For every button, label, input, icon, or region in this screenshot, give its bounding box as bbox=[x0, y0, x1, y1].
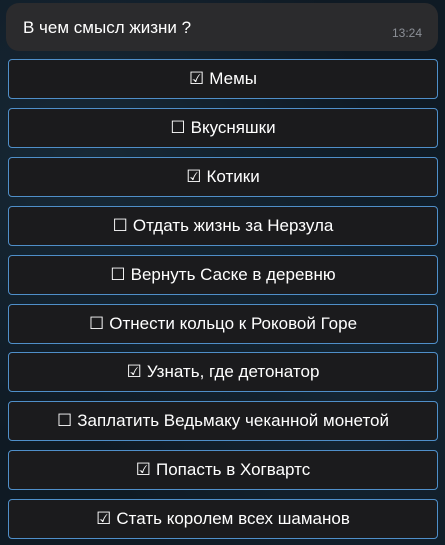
option-button-4[interactable]: ☐ Отдать жизнь за Нерзула bbox=[8, 206, 438, 246]
checkbox-icon: ☐ bbox=[88, 314, 105, 333]
poll-message-bubble: В чем смысл жизни ? 13:24 bbox=[6, 3, 438, 51]
option-label: Отдать жизнь за Нерзула bbox=[132, 216, 334, 235]
option-label: Котики bbox=[206, 167, 260, 186]
option-label: Отнести кольцо к Роковой Горе bbox=[109, 314, 358, 333]
option-label: Мемы bbox=[209, 69, 257, 88]
option-button-1[interactable]: ☑ Мемы bbox=[8, 59, 438, 99]
checkbox-icon: ☑ bbox=[186, 167, 202, 186]
option-button-3[interactable]: ☑ Котики bbox=[8, 157, 438, 197]
option-label: Вкусняшки bbox=[190, 118, 276, 137]
option-label: Попасть в Хогвартс bbox=[156, 460, 311, 479]
checkbox-icon: ☐ bbox=[56, 411, 73, 430]
option-button-2[interactable]: ☐ Вкусняшки bbox=[8, 108, 438, 148]
poll-question: В чем смысл жизни ? bbox=[23, 18, 192, 37]
option-label: Заплатить Ведьмаку чеканной монетой bbox=[77, 411, 389, 430]
message-time: 13:24 bbox=[391, 26, 422, 40]
checkbox-icon: ☐ bbox=[110, 265, 126, 284]
option-label: Узнать, где детонатор bbox=[146, 362, 320, 381]
checkbox-icon: ☐ bbox=[170, 118, 186, 137]
checkbox-icon: ☑ bbox=[135, 460, 151, 479]
checkbox-icon: ☑ bbox=[96, 509, 112, 528]
option-label: Стать королем всех шаманов bbox=[116, 509, 350, 528]
option-button-6[interactable]: ☐ Отнести кольцо к Роковой Горе bbox=[8, 304, 438, 344]
chat-view: В чем смысл жизни ? 13:24 ☑ Мемы ☐ Вкусн… bbox=[0, 0, 445, 545]
option-button-8[interactable]: ☐ Заплатить Ведьмаку чеканной монетой bbox=[8, 401, 438, 441]
option-label: Вернуть Саске в деревню bbox=[130, 265, 336, 284]
option-button-9[interactable]: ☑ Попасть в Хогвартс bbox=[8, 450, 438, 490]
checkbox-icon: ☐ bbox=[112, 216, 128, 235]
checkbox-icon: ☑ bbox=[189, 69, 205, 88]
option-button-7[interactable]: ☑ Узнать, где детонатор bbox=[8, 352, 438, 392]
option-button-5[interactable]: ☐ Вернуть Саске в деревню bbox=[8, 255, 438, 295]
checkbox-icon: ☑ bbox=[126, 362, 142, 381]
option-button-10[interactable]: ☑ Стать королем всех шаманов bbox=[8, 499, 438, 539]
